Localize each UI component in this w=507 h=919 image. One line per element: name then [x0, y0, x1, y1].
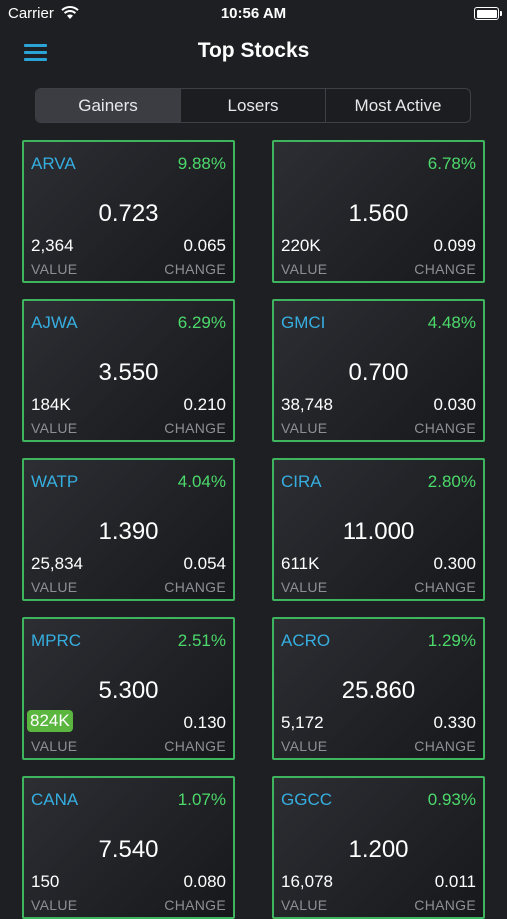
stock-symbol: GMCI [281, 313, 326, 332]
stock-price: 25.860 [341, 677, 416, 704]
value-label: VALUE [281, 261, 328, 277]
value-label: VALUE [281, 738, 328, 754]
stock-change: 0.130 [183, 713, 226, 732]
stock-symbol: ARVA [31, 154, 76, 173]
stock-percent-change: 0.93% [427, 790, 476, 809]
stock-card[interactable]: GGCC 0.93% 1.200 16,078 0.011 VALUE CHAN… [272, 776, 485, 919]
change-label: CHANGE [164, 420, 226, 436]
stock-change: 0.300 [433, 554, 476, 573]
stock-value: 25,834 [31, 554, 83, 573]
change-label: CHANGE [414, 261, 476, 277]
stock-percent-change: 1.29% [427, 631, 476, 650]
value-label: VALUE [281, 420, 328, 436]
stock-value: 2,364 [31, 236, 74, 255]
value-label: VALUE [281, 897, 328, 913]
stock-card[interactable]: WATP 4.04% 1.390 25,834 0.054 VALUE CHAN… [22, 458, 235, 601]
stock-card[interactable]: CANA 1.07% 7.540 150 0.080 VALUE CHANGE [22, 776, 235, 919]
stock-price: 7.540 [98, 836, 159, 863]
change-label: CHANGE [414, 738, 476, 754]
stock-card[interactable]: 6.78% 1.560 220K 0.099 VALUE CHANGE [272, 140, 485, 283]
stock-symbol: CIRA [281, 472, 322, 491]
stock-change: 0.011 [434, 872, 476, 891]
stock-card[interactable]: ARVA 9.88% 0.723 2,364 0.065 VALUE CHANG… [22, 140, 235, 283]
change-label: CHANGE [414, 897, 476, 913]
stock-card[interactable]: CIRA 2.80% 11.000 611K 0.300 VALUE CHANG… [272, 458, 485, 601]
stock-value: 38,748 [281, 395, 333, 414]
stock-price: 0.723 [98, 200, 159, 227]
stock-change: 0.210 [183, 395, 226, 414]
stock-symbol: CANA [31, 790, 79, 809]
stock-price: 1.200 [348, 836, 409, 863]
stock-value: 184K [31, 395, 71, 414]
stock-percent-change: 6.78% [427, 154, 476, 173]
stock-price: 0.700 [348, 359, 409, 386]
stock-value: 5,172 [281, 713, 324, 732]
stock-symbol: GGCC [281, 790, 332, 809]
stock-change: 0.080 [183, 872, 226, 891]
stock-percent-change: 9.88% [177, 154, 226, 173]
stock-percent-change: 1.07% [177, 790, 226, 809]
stock-grid: ARVA 9.88% 0.723 2,364 0.065 VALUE CHANG… [0, 0, 507, 919]
stock-change: 0.030 [433, 395, 476, 414]
stock-value: 611K [281, 554, 320, 573]
stock-percent-change: 2.51% [177, 631, 226, 650]
stock-price: 3.550 [98, 359, 159, 386]
value-label: VALUE [31, 738, 78, 754]
stock-change: 0.330 [433, 713, 476, 732]
stock-symbol: AJWA [31, 313, 78, 332]
change-label: CHANGE [164, 897, 226, 913]
stock-price: 11.000 [342, 518, 415, 545]
stock-value-highlight-badge: 824K [27, 710, 73, 732]
stock-card[interactable]: ACRO 1.29% 25.860 5,172 0.330 VALUE CHAN… [272, 617, 485, 760]
stock-change: 0.099 [433, 236, 476, 255]
change-label: CHANGE [164, 738, 226, 754]
change-label: CHANGE [164, 261, 226, 277]
value-label: VALUE [31, 420, 78, 436]
stock-percent-change: 6.29% [177, 313, 226, 332]
stock-symbol: ACRO [281, 631, 331, 650]
value-label: VALUE [31, 897, 78, 913]
value-label: VALUE [281, 579, 328, 595]
change-label: CHANGE [414, 420, 476, 436]
stock-price: 5.300 [98, 677, 159, 704]
stock-card[interactable]: GMCI 4.48% 0.700 38,748 0.030 VALUE CHAN… [272, 299, 485, 442]
stock-change: 0.054 [183, 554, 226, 573]
stock-value: 220K [281, 236, 321, 255]
stock-price: 1.390 [98, 518, 159, 545]
value-label: VALUE [31, 579, 78, 595]
stock-percent-change: 4.48% [427, 313, 476, 332]
change-label: CHANGE [164, 579, 226, 595]
stock-percent-change: 2.80% [427, 472, 476, 491]
stock-percent-change: 4.04% [177, 472, 226, 491]
stock-card[interactable]: MPRC 2.51% 5.300 824K 0.130 VALUE CHANGE [22, 617, 235, 760]
stock-price: 1.560 [348, 200, 409, 227]
stock-value: 16,078 [281, 872, 333, 891]
stock-symbol: MPRC [31, 631, 82, 650]
stock-symbol: WATP [31, 472, 79, 491]
change-label: CHANGE [414, 579, 476, 595]
stock-value: 150 [31, 872, 60, 891]
value-label: VALUE [31, 261, 78, 277]
stock-card[interactable]: AJWA 6.29% 3.550 184K 0.210 VALUE CHANGE [22, 299, 235, 442]
stock-change: 0.065 [183, 236, 226, 255]
